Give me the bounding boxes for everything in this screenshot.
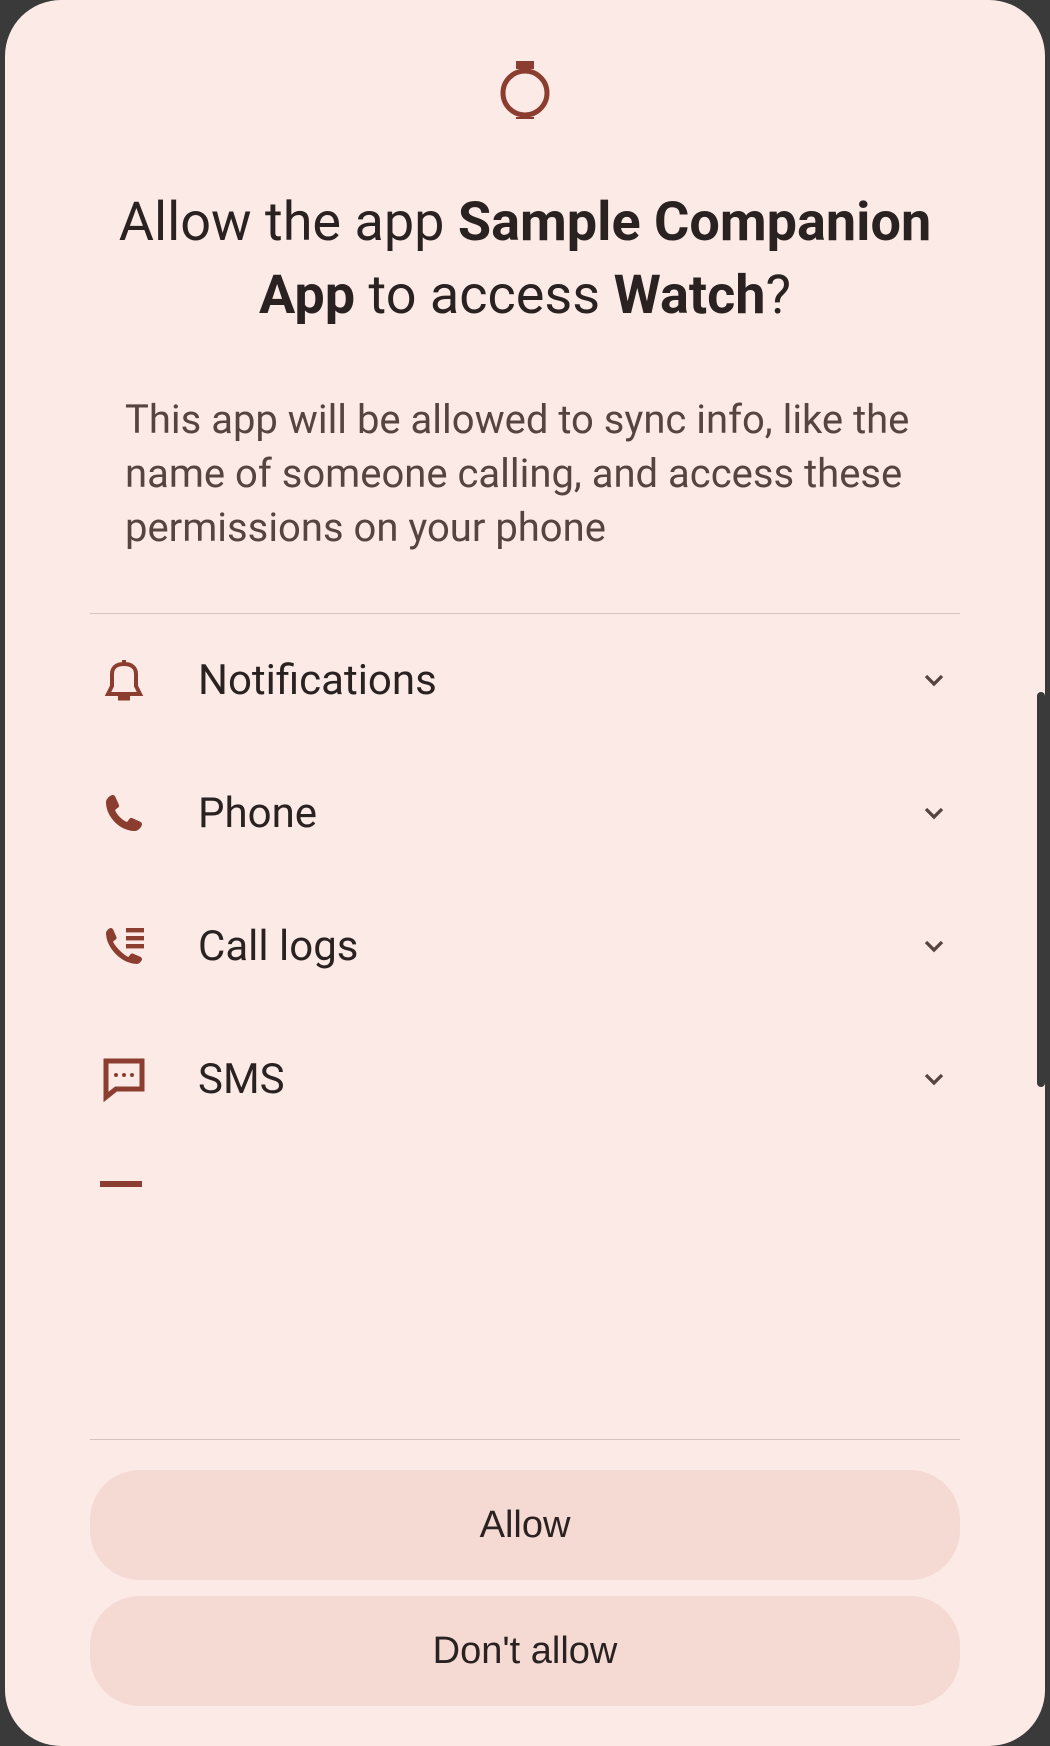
sms-icon	[100, 1055, 148, 1103]
permission-item-call-logs[interactable]: Call logs	[100, 880, 950, 1013]
call-logs-icon	[100, 922, 148, 970]
permission-item-sms[interactable]: SMS	[100, 1013, 950, 1146]
permissions-list: Notifications Phone	[5, 614, 1045, 1146]
title-prefix: Allow the app	[119, 191, 458, 254]
permission-item-notifications[interactable]: Notifications	[100, 614, 950, 747]
title-middle: to access	[355, 264, 613, 327]
chevron-down-icon	[918, 1063, 950, 1095]
chevron-down-icon	[918, 930, 950, 962]
phone-icon	[100, 789, 148, 837]
permissions-container: Notifications Phone	[5, 614, 1045, 1429]
partial-icon	[100, 1181, 142, 1187]
title-suffix: ?	[766, 264, 792, 327]
watch-icon	[500, 55, 550, 125]
notifications-icon	[100, 656, 148, 704]
dialog-description: This app will be allowed to sync info, l…	[5, 393, 1045, 555]
permission-label: Notifications	[198, 656, 918, 705]
permission-label: Phone	[198, 789, 918, 838]
scrollbar[interactable]	[1037, 692, 1045, 1087]
deny-button[interactable]: Don't allow	[90, 1596, 960, 1706]
permission-label: SMS	[198, 1055, 918, 1104]
dialog-header: Allow the app Sample Companion App to ac…	[5, 0, 1045, 333]
permission-item-partial	[5, 1146, 1045, 1187]
permission-label: Call logs	[198, 922, 918, 971]
permission-item-phone[interactable]: Phone	[100, 747, 950, 880]
dialog-buttons: Allow Don't allow	[5, 1440, 1045, 1746]
allow-button[interactable]: Allow	[90, 1470, 960, 1580]
access-target: Watch	[614, 264, 766, 327]
dialog-title: Allow the app Sample Companion App to ac…	[5, 187, 1045, 333]
permission-dialog: Allow the app Sample Companion App to ac…	[5, 0, 1045, 1746]
chevron-down-icon	[918, 797, 950, 829]
chevron-down-icon	[918, 664, 950, 696]
